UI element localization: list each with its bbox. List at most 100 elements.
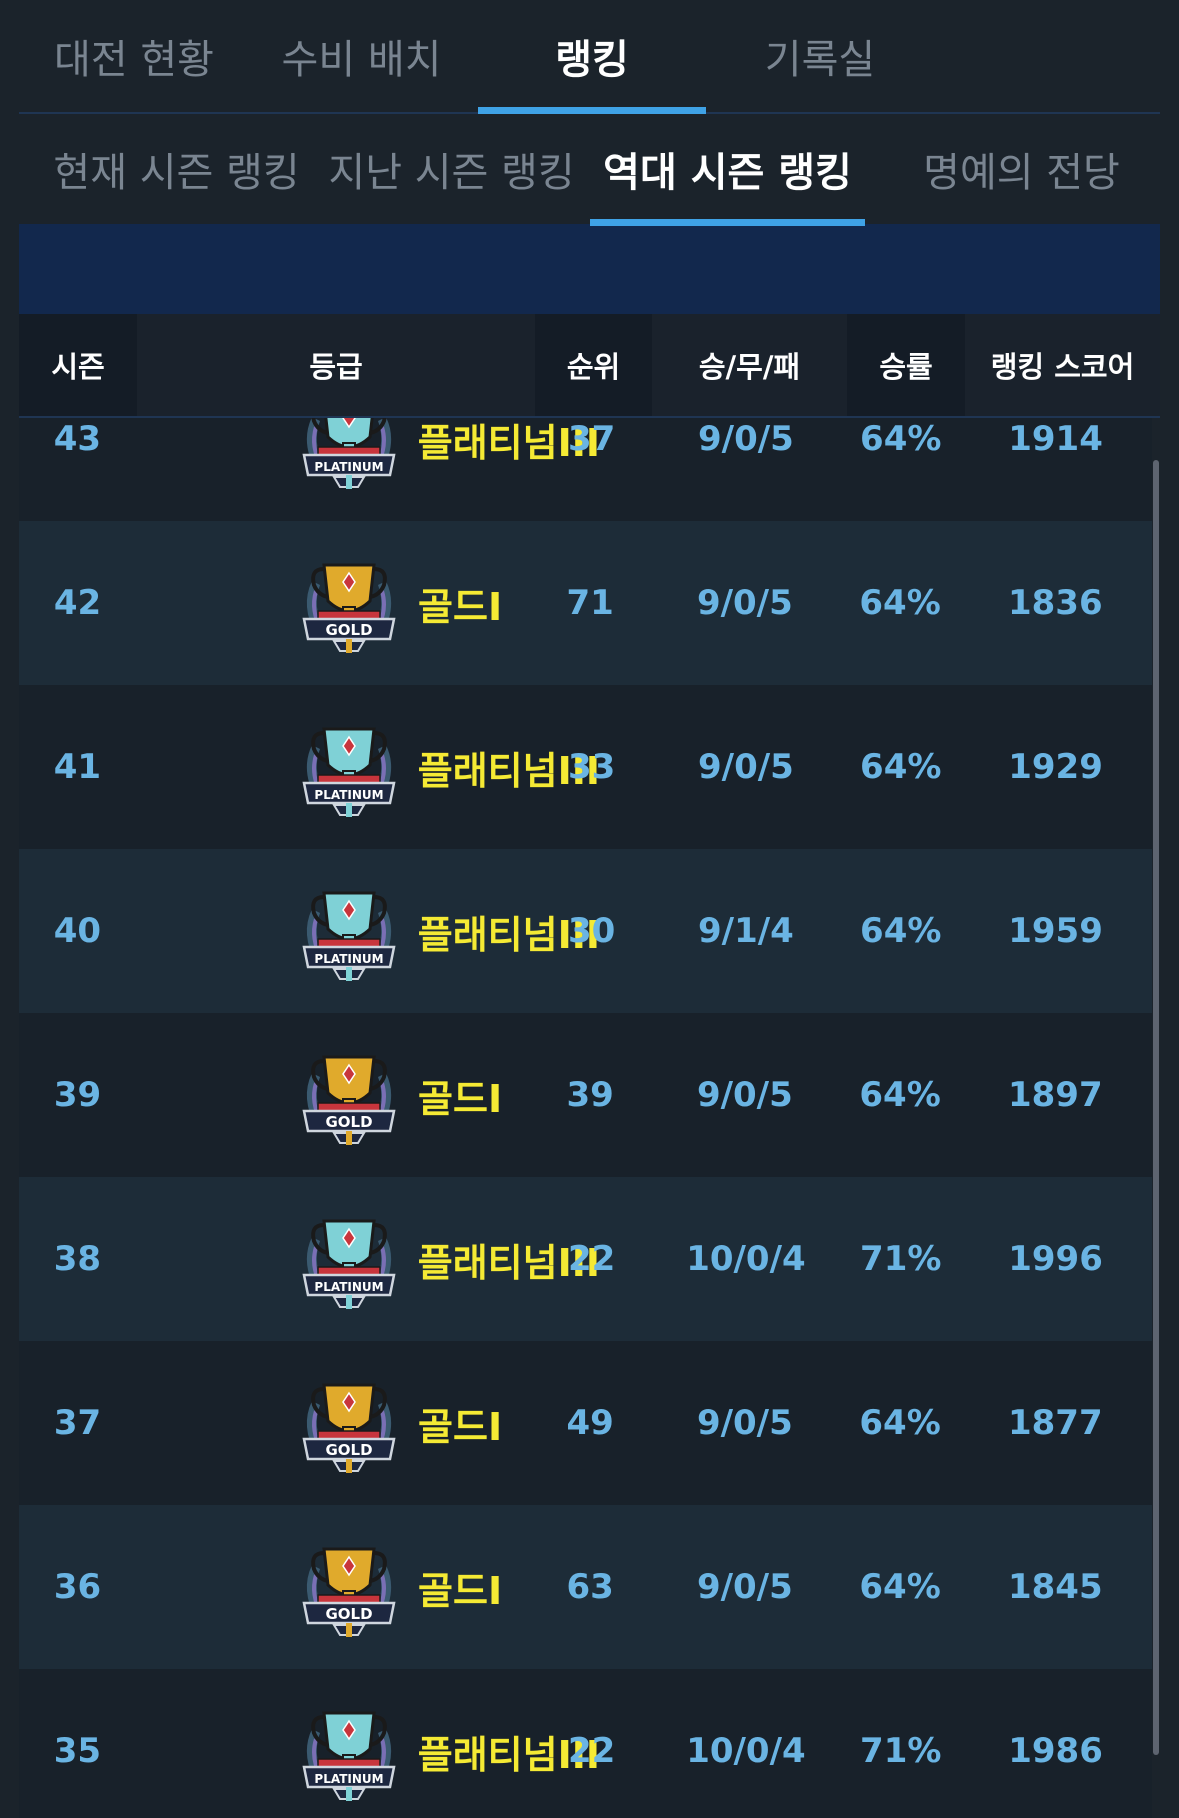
rank-cell: 37	[567, 419, 616, 459]
rank-cell: 22	[567, 1239, 616, 1279]
table-row: 43 PLATINUM 플래티넘III 37 9/0/5 64% 1914	[19, 418, 1152, 521]
grade-cell: PLATINUM 플래티넘III	[136, 685, 600, 849]
svg-text:PLATINUM: PLATINUM	[314, 1280, 383, 1294]
grade-name: 골드I	[418, 1076, 503, 1121]
win-rate-cell: 64%	[859, 1567, 941, 1607]
season-cell: 41	[53, 747, 102, 787]
win-draw-loss-cell: 9/0/5	[698, 747, 794, 787]
tab-battle-status[interactable]: 대전 현황	[19, 0, 249, 112]
grade-name: 골드I	[418, 1568, 503, 1613]
ranking-score-cell: 1877	[1007, 1403, 1103, 1443]
active-tab-indicator	[478, 107, 706, 114]
win-draw-loss-cell: 9/0/5	[696, 1567, 793, 1607]
rank-cell: 63	[566, 1567, 614, 1607]
ranking-banner	[19, 224, 1160, 314]
grade-cell: PLATINUM 플래티넘III	[136, 849, 600, 1013]
table-row: 38 PLATINUM 플래티넘III 22 10/0/4 71% 1996	[19, 1177, 1152, 1341]
season-cell: 36	[53, 1567, 102, 1607]
header-win-rate: 승률	[879, 350, 933, 384]
table-header: 시즌 등급 순위 승/무/패 승률 랭킹 스코어	[19, 314, 1160, 418]
header-win-draw-loss: 승/무/패	[652, 314, 847, 416]
rank-cell: 39	[566, 1075, 614, 1115]
header-grade: 등급	[137, 314, 535, 416]
rank-cell: 30	[567, 911, 616, 951]
gold-badge-icon: GOLD	[294, 551, 404, 655]
grade-name: 골드I	[418, 584, 503, 629]
win-rate-cell: 64%	[859, 583, 941, 623]
table-row: 36 GOLD 골드I 63 9/0/5 64% 1845	[19, 1505, 1152, 1669]
win-rate-cell: 64%	[860, 911, 942, 951]
scrollbar[interactable]	[1153, 460, 1159, 1755]
tab-all-seasons-ranking[interactable]: 역대 시즌 랭킹	[590, 114, 865, 226]
svg-text:GOLD: GOLD	[326, 621, 373, 639]
season-cell: 38	[53, 1239, 102, 1279]
grade-cell: PLATINUM 플래티넘III	[136, 1177, 600, 1341]
table-row: 40 PLATINUM 플래티넘III 30 9/1/4 64% 1959	[19, 849, 1152, 1013]
platinum-badge-icon: PLATINUM	[294, 1207, 404, 1311]
tab-hall-of-fame[interactable]: 명예의 전당	[904, 114, 1139, 224]
tab-label: 지난 시즌 랭킹	[328, 150, 575, 196]
rank-cell: 71	[566, 583, 614, 623]
tab-ranking[interactable]: 랭킹	[478, 0, 706, 114]
tab-label: 명예의 전당	[923, 150, 1120, 196]
ranking-score-cell: 1897	[1007, 1075, 1103, 1115]
tab-label: 기록실	[764, 37, 876, 83]
tab-last-season-ranking[interactable]: 지난 시즌 랭킹	[328, 114, 574, 224]
ranking-score-cell: 1986	[1008, 1731, 1103, 1771]
header-season: 시즌	[51, 350, 105, 384]
win-rate-cell: 64%	[860, 747, 942, 787]
grade-cell: GOLD 골드I	[136, 1013, 532, 1177]
win-draw-loss-cell: 10/0/4	[686, 1731, 806, 1771]
table-row: 41 PLATINUM 플래티넘III 33 9/0/5 64% 1929	[19, 685, 1152, 849]
gold-badge-icon: GOLD	[294, 1535, 404, 1639]
main-tab-bar: 대전 현황 수비 배치 랭킹 기록실	[19, 0, 1160, 114]
win-draw-loss-cell: 9/0/5	[696, 1075, 793, 1115]
tab-current-season-ranking[interactable]: 현재 시즌 랭킹	[53, 114, 299, 224]
ranking-table-body[interactable]: 43 PLATINUM 플래티넘III 37 9/0/5 64% 1914 42	[19, 418, 1152, 1818]
season-cell: 42	[53, 583, 102, 623]
gold-badge-icon: GOLD	[294, 1371, 404, 1475]
season-cell: 37	[53, 1403, 102, 1443]
svg-text:GOLD: GOLD	[326, 1605, 373, 1623]
ranking-score-cell: 1914	[1008, 419, 1103, 459]
win-draw-loss-cell: 9/0/5	[696, 1403, 793, 1443]
svg-text:GOLD: GOLD	[326, 1113, 373, 1131]
grade-cell: GOLD 골드I	[136, 521, 532, 685]
grade-cell: GOLD 골드I	[136, 1505, 532, 1669]
header-rank: 순위	[566, 350, 621, 384]
season-cell: 43	[53, 419, 102, 459]
table-row: 39 GOLD 골드I 39 9/0/5 64% 1897	[19, 1013, 1152, 1177]
table-row: 42 GOLD 골드I 71 9/0/5 64% 1836	[19, 521, 1152, 685]
tab-records[interactable]: 기록실	[706, 0, 934, 112]
grade-cell: PLATINUM 플래티넘III	[136, 1669, 600, 1818]
svg-text:PLATINUM: PLATINUM	[314, 1772, 383, 1786]
win-rate-cell: 64%	[860, 419, 942, 459]
rank-cell: 33	[567, 747, 616, 787]
tab-defense-setup[interactable]: 수비 배치	[249, 0, 474, 112]
ranking-score-cell: 1959	[1008, 911, 1103, 951]
rank-cell: 22	[567, 1731, 616, 1771]
grade-cell: PLATINUM 플래티넘III	[136, 418, 600, 521]
ranking-score-cell: 1929	[1008, 747, 1103, 787]
table-row: 37 GOLD 골드I 49 9/0/5 64% 1877	[19, 1341, 1152, 1505]
ranking-score-cell: 1845	[1007, 1567, 1103, 1607]
win-rate-cell: 71%	[860, 1239, 942, 1279]
active-tab-indicator	[590, 219, 865, 226]
table-row: 35 PLATINUM 플래티넘III 22 10/0/4 71% 1986	[19, 1669, 1152, 1818]
gold-badge-icon: GOLD	[294, 1043, 404, 1147]
win-draw-loss-cell: 9/0/5	[698, 419, 794, 459]
tab-label: 수비 배치	[281, 37, 442, 83]
platinum-badge-icon: PLATINUM	[294, 418, 404, 491]
win-rate-cell: 71%	[860, 1731, 942, 1771]
platinum-badge-icon: PLATINUM	[294, 1699, 404, 1803]
season-cell: 39	[53, 1075, 102, 1115]
tab-label: 랭킹	[555, 37, 629, 83]
season-cell: 40	[53, 911, 102, 951]
rank-cell: 49	[566, 1403, 614, 1443]
sub-tab-bar: 현재 시즌 랭킹 지난 시즌 랭킹 역대 시즌 랭킹 명예의 전당	[19, 114, 1160, 226]
ranking-score-cell: 1996	[1008, 1239, 1103, 1279]
win-draw-loss-cell: 9/1/4	[698, 911, 794, 951]
win-draw-loss-cell: 9/0/5	[696, 583, 793, 623]
ranking-screen: 대전 현황 수비 배치 랭킹 기록실 현재 시즌 랭킹 지난 시즌 랭킹 역대 …	[19, 0, 1160, 418]
svg-text:PLATINUM: PLATINUM	[314, 460, 383, 474]
